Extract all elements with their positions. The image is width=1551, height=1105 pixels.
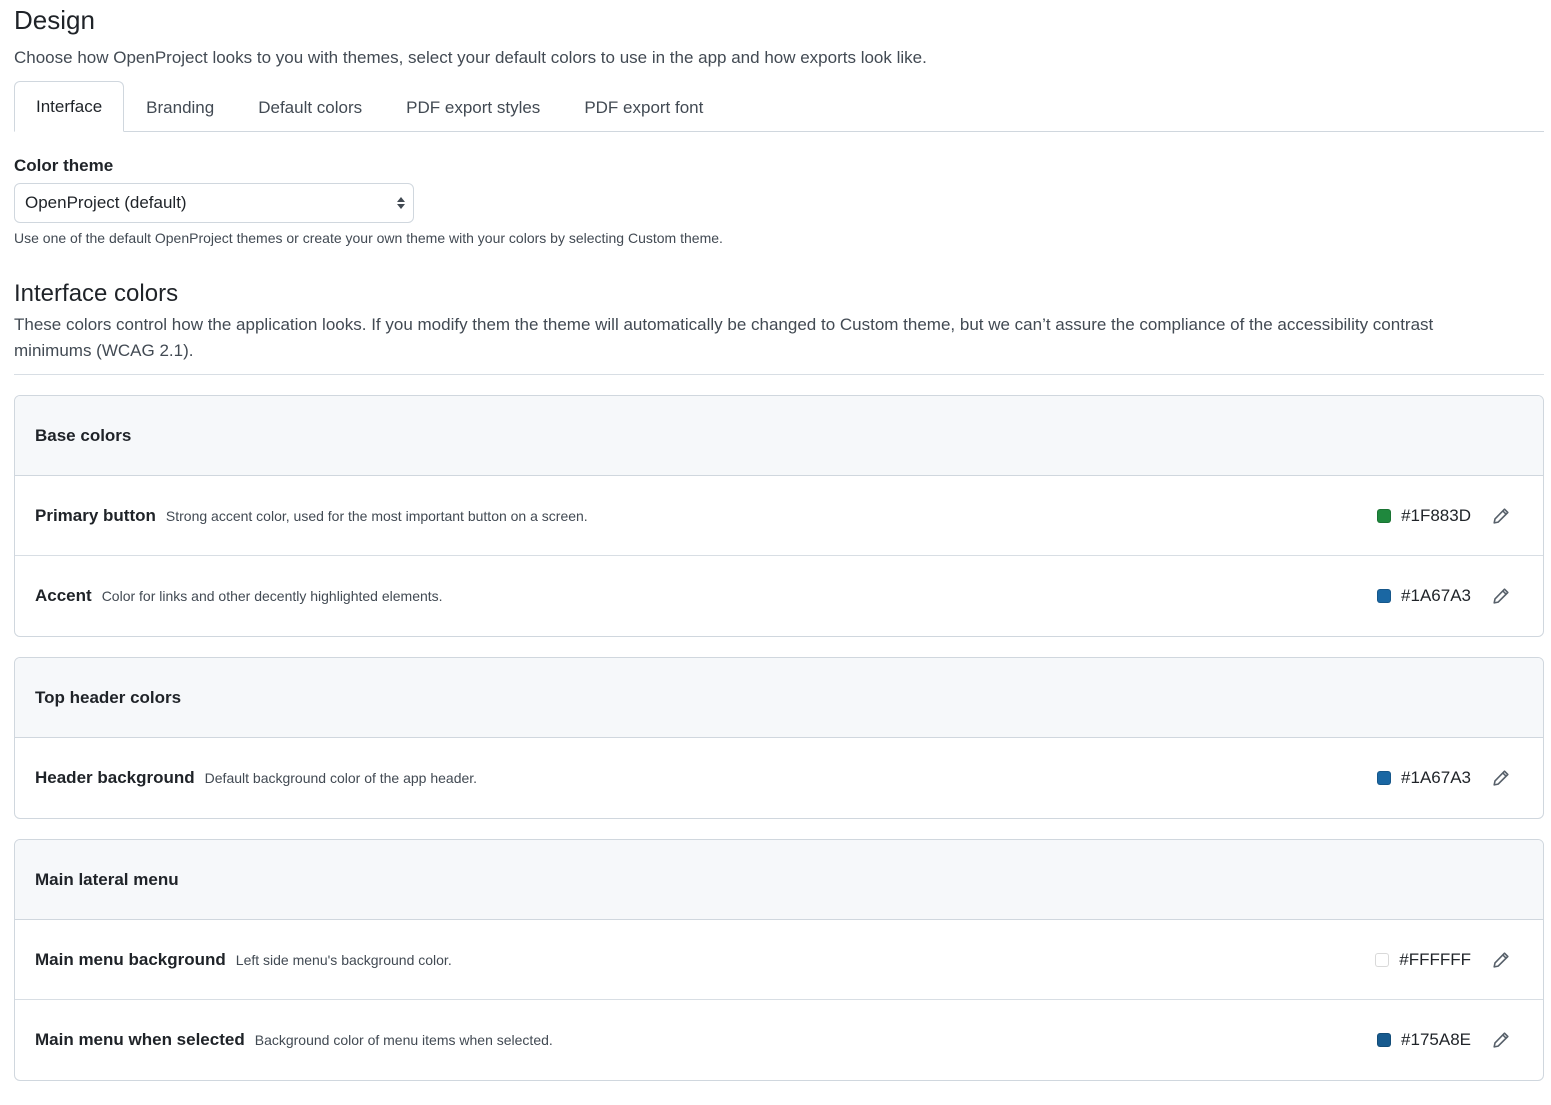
- pencil-icon[interactable]: [1489, 766, 1513, 790]
- color-row-description: Default background color of the app head…: [204, 770, 478, 786]
- color-group-title: Top header colors: [15, 658, 1543, 738]
- color-row-name: Main menu when selected: [35, 1030, 245, 1049]
- pencil-icon[interactable]: [1489, 504, 1513, 528]
- design-page: Design Choose how OpenProject looks to y…: [0, 0, 1551, 1081]
- color-hex-value: #1F883D: [1401, 505, 1471, 525]
- color-row: Main menu when selected Background color …: [15, 1000, 1543, 1080]
- color-theme-value: OpenProject (default): [25, 193, 187, 212]
- color-row: Primary button Strong accent color, used …: [15, 476, 1543, 556]
- color-group-box: Base colors Primary button Strong accent c…: [14, 395, 1544, 637]
- color-row: Header background Default background colo…: [15, 738, 1543, 818]
- page-title: Design: [14, 5, 95, 35]
- pencil-icon[interactable]: [1489, 584, 1513, 608]
- tab-pdf-export-font[interactable]: PDF export font: [562, 82, 725, 132]
- tab-interface[interactable]: Interface: [14, 81, 125, 132]
- pencil-icon[interactable]: [1489, 948, 1513, 972]
- select-arrows-icon: [397, 197, 405, 209]
- color-swatch: [1377, 589, 1392, 603]
- color-row: Accent Color for links and other decently…: [15, 556, 1543, 636]
- color-swatch: [1377, 508, 1392, 523]
- color-group-box: Main lateral menu Main menu background Lef…: [14, 839, 1544, 1081]
- color-row-description: Strong accent color, used for the most i…: [165, 507, 588, 524]
- color-swatch: [1377, 771, 1392, 785]
- color-row-name: Primary button: [35, 505, 156, 525]
- color-hex-value: #175A8E: [1401, 1030, 1471, 1049]
- tab-bar: Interface Branding Default colors PDF ex…: [14, 81, 1544, 132]
- color-row-description: Left side menu's background color.: [235, 951, 452, 968]
- interface-colors-description: These colors control how the application…: [14, 312, 1544, 375]
- color-group-box: Top header colors Header background Defaul…: [14, 657, 1544, 819]
- color-theme-label: Color theme: [14, 156, 114, 175]
- page-description: Choose how OpenProject looks to you with…: [14, 48, 927, 67]
- color-hex-value: #FFFFFF: [1399, 949, 1471, 969]
- color-row: Main menu background Left side menu's bac…: [15, 920, 1543, 1000]
- color-swatch: [1375, 952, 1390, 967]
- color-hex-value: #1A67A3: [1401, 768, 1471, 787]
- tab-branding[interactable]: Branding: [124, 82, 236, 132]
- color-group-title: Main lateral menu: [15, 840, 1543, 920]
- tab-default-colors[interactable]: Default colors: [236, 82, 384, 132]
- color-groups: Base colors Primary button Strong accent c…: [14, 395, 1544, 1081]
- color-row-name: Main menu background: [35, 949, 226, 969]
- color-row-name: Header background: [35, 768, 195, 787]
- color-swatch: [1377, 1033, 1392, 1047]
- color-group-title: Base colors: [15, 396, 1543, 476]
- tab-pdf-export-styles[interactable]: PDF export styles: [384, 82, 562, 132]
- color-row-description: Color for links and other decently highl…: [101, 588, 443, 604]
- color-theme-caption: Use one of the default OpenProject theme…: [14, 230, 723, 246]
- interface-colors-title: Interface colors: [14, 280, 179, 307]
- pencil-icon[interactable]: [1489, 1028, 1513, 1052]
- color-hex-value: #1A67A3: [1401, 586, 1471, 605]
- color-row-name: Accent: [35, 586, 92, 605]
- color-theme-select[interactable]: OpenProject (default): [14, 183, 414, 223]
- color-row-description: Background color of menu items when sele…: [254, 1032, 553, 1048]
